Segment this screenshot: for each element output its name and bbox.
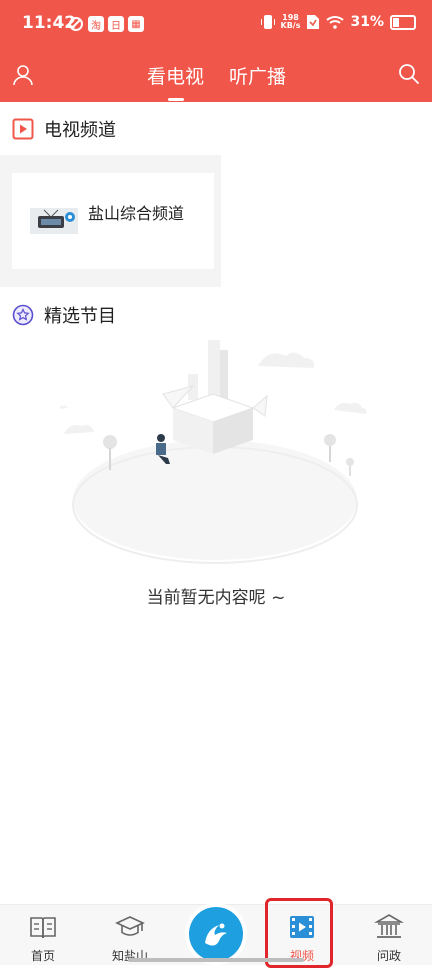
- section-title: 电视频道: [44, 120, 116, 141]
- nav-label: 首页: [30, 949, 55, 963]
- active-tab-indicator: [168, 98, 184, 101]
- tab-listen-radio[interactable]: 听广播: [229, 62, 286, 89]
- nav-item-know-yanshan[interactable]: 知盐山: [95, 909, 165, 965]
- user-icon[interactable]: [12, 64, 34, 86]
- status-right: 198 KB/s 31%: [260, 14, 416, 30]
- section-tv-channels: 电视频道: [12, 116, 116, 142]
- channel-name[interactable]: 盐山综合频道: [88, 200, 184, 224]
- app-logo-icon: [205, 923, 227, 946]
- channel-thumbnail: [30, 208, 78, 234]
- section-featured: 精选节目: [12, 302, 116, 328]
- app-notification-icon: ▦: [128, 16, 144, 32]
- nav-item-ask-gov[interactable]: 问政: [354, 909, 424, 965]
- government-building-icon: [374, 914, 404, 938]
- empty-state-illustration: [60, 340, 367, 564]
- search-icon[interactable]: [398, 63, 420, 85]
- battery-percent: 31%: [350, 14, 384, 30]
- network-speed: 198 KB/s: [281, 14, 301, 30]
- network-speed-unit: KB/s: [280, 21, 301, 30]
- sim-icon: [307, 15, 320, 29]
- empty-state-text: 当前暂无内容呢 ~: [146, 588, 286, 608]
- nav-label: 问政: [376, 949, 401, 963]
- book-icon: [30, 917, 56, 939]
- graduation-cap-icon: [115, 916, 145, 936]
- nav-item-home[interactable]: 首页: [8, 909, 78, 965]
- tab-watch-tv[interactable]: 看电视: [147, 62, 204, 89]
- vibrate-icon: [260, 15, 275, 29]
- battery-icon: [390, 14, 416, 30]
- play-square-icon: [12, 118, 34, 140]
- wifi-icon: [326, 16, 345, 29]
- star-badge-icon: [12, 304, 34, 326]
- header-nav: 看电视 听广播: [0, 56, 432, 102]
- status-bar: 11:42 淘 日 ▦ 198 KB/s 31%: [0, 12, 432, 38]
- section-title: 精选节目: [44, 306, 116, 327]
- app-notification-icon: 淘: [88, 16, 104, 32]
- home-indicator: [128, 958, 304, 962]
- app-notification-icon: 日: [108, 16, 124, 32]
- notification-icon: [68, 16, 84, 32]
- top-header: 11:42 淘 日 ▦ 198 KB/s 31% 看电视 听广播: [0, 0, 432, 102]
- app-logo-button[interactable]: [189, 907, 243, 961]
